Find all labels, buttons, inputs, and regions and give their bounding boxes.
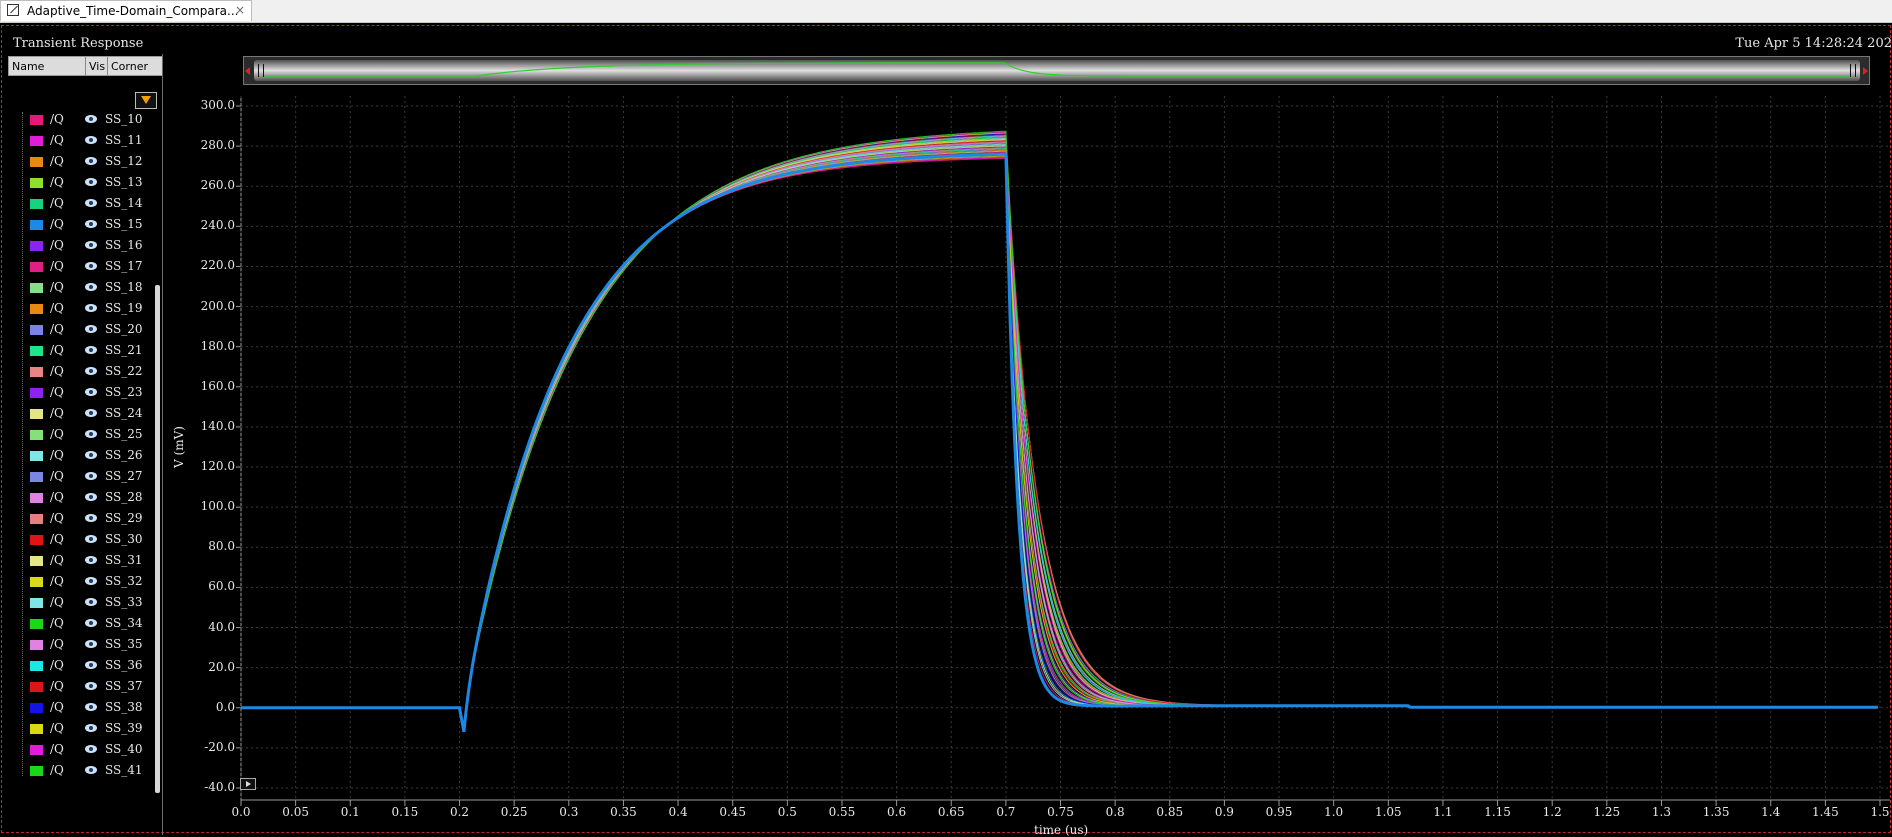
- y-tick-label: -40.0: [204, 780, 235, 794]
- x-tick-label: 0.4: [668, 805, 688, 819]
- x-tick-label: 0.65: [937, 805, 965, 819]
- y-tick-label: 220.0: [200, 258, 235, 273]
- waveform-trace: [241, 155, 1878, 732]
- x-tick-label: 1.1: [1433, 805, 1453, 819]
- waveform-trace: [241, 153, 1878, 732]
- x-tick-label: 0.8: [1105, 805, 1125, 819]
- x-tick-label: 0.2: [449, 805, 470, 819]
- x-tick-label: 0.3: [559, 805, 579, 819]
- x-tick-label: 1.15: [1484, 805, 1511, 819]
- y-tick-label: -20.0: [204, 739, 235, 754]
- x-tick-label: 1.35: [1702, 805, 1730, 819]
- x-tick-label: 0.45: [719, 805, 747, 819]
- y-axis-label: V (mV): [171, 426, 186, 468]
- x-tick-label: 0.25: [500, 805, 528, 819]
- x-tick-label: 0.55: [828, 805, 856, 819]
- y-tick-label: 40.0: [208, 619, 235, 634]
- x-tick-label: 0.35: [610, 805, 637, 819]
- x-tick-label: 0.05: [282, 805, 309, 819]
- x-tick-label: 0.1: [340, 805, 360, 819]
- x-tick-label: 1.45: [1812, 805, 1839, 819]
- x-tick-label: 0.15: [391, 805, 419, 819]
- y-tick-label: 20.0: [208, 659, 235, 674]
- x-tick-label: 1.4: [1761, 805, 1781, 819]
- y-tick-label: 300.0: [200, 98, 235, 112]
- x-tick-label: 0.95: [1265, 805, 1293, 819]
- x-tick-label: 0.7: [996, 805, 1016, 819]
- x-tick-label: 1.5: [1870, 805, 1890, 819]
- x-tick-label: 1.05: [1374, 805, 1402, 819]
- y-tick-label: 200.0: [200, 298, 235, 313]
- x-tick-label: 1.3: [1651, 805, 1671, 819]
- x-tick-label: 1.25: [1593, 805, 1621, 819]
- y-tick-label: 180.0: [200, 338, 235, 353]
- x-tick-label: 0.75: [1047, 805, 1074, 819]
- y-tick-label: 280.0: [200, 138, 235, 153]
- x-tick-label: 0.6: [887, 805, 907, 819]
- x-tick-label: 0.9: [1214, 805, 1234, 819]
- waveform-trace: [241, 152, 1878, 732]
- plot-area[interactable]: [0, 0, 1892, 835]
- waveform-trace-highlight: [241, 152, 1878, 733]
- y-tick-label: 80.0: [208, 539, 235, 554]
- y-tick-label: 60.0: [208, 579, 235, 594]
- x-tick-label: 1.0: [1324, 805, 1344, 819]
- y-tick-label: 160.0: [200, 378, 235, 393]
- x-tick-label: 0.0: [231, 805, 251, 819]
- y-tick-label: 260.0: [200, 178, 235, 193]
- y-tick-label: 100.0: [200, 499, 235, 514]
- waveform-trace: [241, 157, 1878, 732]
- x-tick-label: 1.2: [1542, 805, 1562, 819]
- waveform-trace: [241, 156, 1878, 732]
- play-icon[interactable]: [240, 778, 256, 790]
- waveform-trace: [241, 157, 1878, 732]
- x-tick-label: 0.85: [1156, 805, 1184, 819]
- y-tick-label: 0.0: [215, 699, 235, 714]
- waveform-trace: [241, 154, 1878, 732]
- x-tick-label: 0.5: [777, 805, 797, 819]
- y-tick-label: 240.0: [200, 218, 235, 233]
